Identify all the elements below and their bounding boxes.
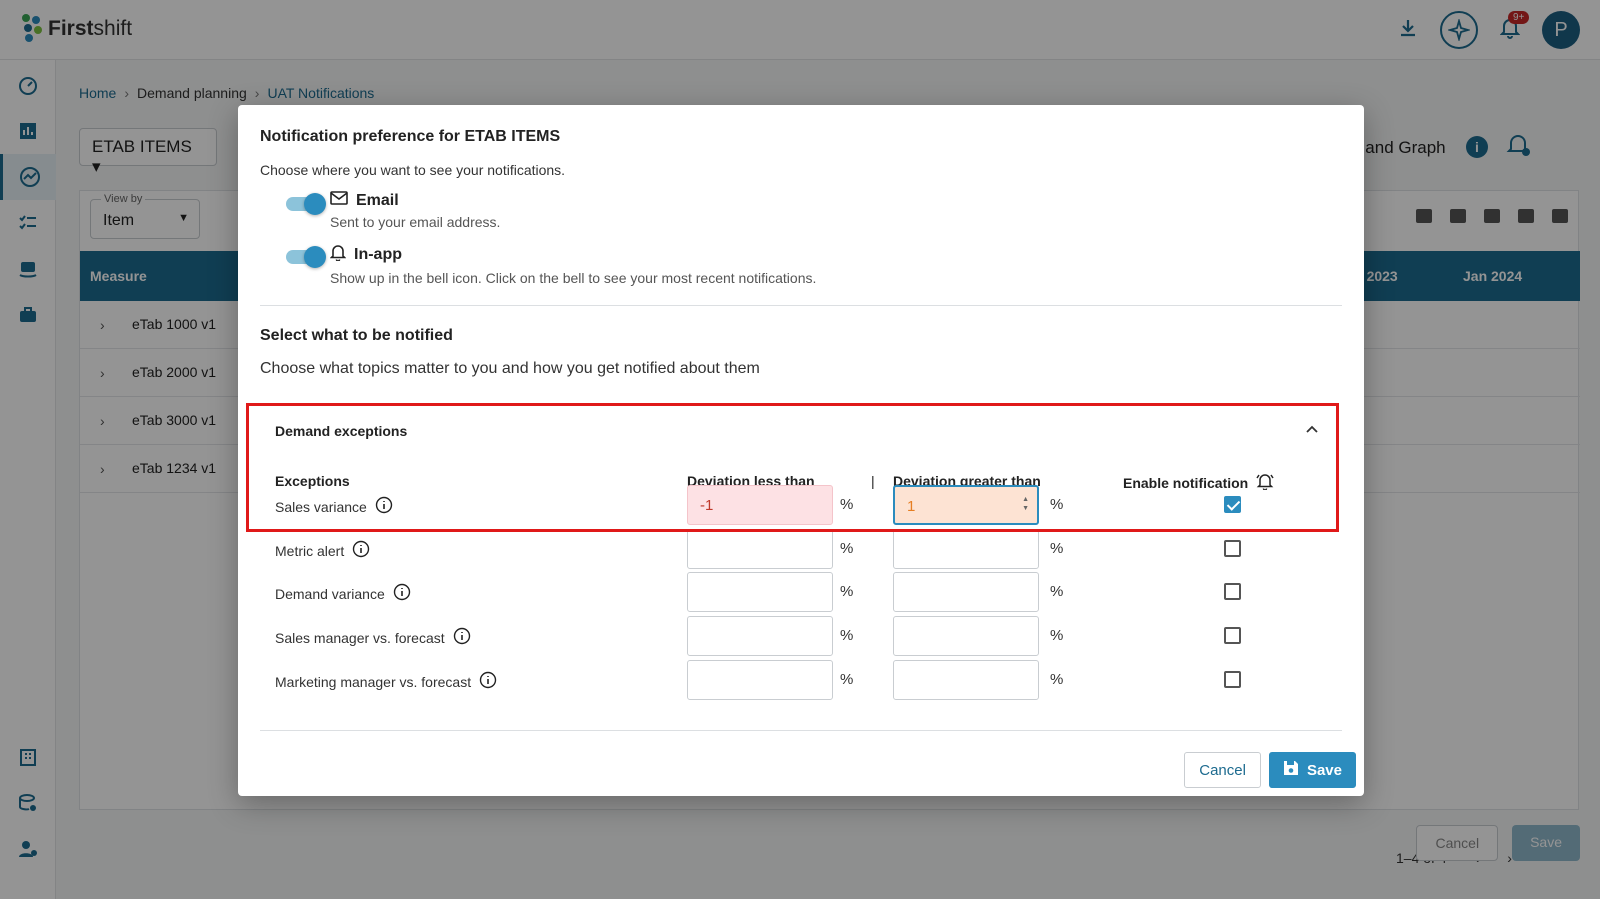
exception-name: Sales manager vs. forecast xyxy=(275,629,445,646)
percent-unit: % xyxy=(840,496,854,513)
less-than-input[interactable] xyxy=(687,572,833,612)
info-circle-icon[interactable] xyxy=(375,496,393,517)
inapp-channel-description: Show up in the bell icon. Click on the b… xyxy=(330,270,817,286)
inapp-channel-label: In-app xyxy=(354,246,402,263)
info-circle-icon[interactable] xyxy=(352,540,370,561)
percent-unit: % xyxy=(1050,540,1064,557)
less-than-input[interactable] xyxy=(687,529,833,569)
demand-exceptions-panel: Demand exceptions Exceptions Deviation l… xyxy=(260,401,1342,731)
chevron-up-icon[interactable] xyxy=(1305,421,1319,439)
email-channel-label: Email xyxy=(356,191,399,209)
greater-than-input[interactable] xyxy=(893,529,1039,569)
exceptions-group-title[interactable]: Demand exceptions xyxy=(275,423,407,439)
percent-unit: % xyxy=(1050,627,1064,644)
notification-preference-dialog: Notification preference for ETAB ITEMS C… xyxy=(238,105,1364,796)
percent-unit: % xyxy=(840,671,854,688)
percent-unit: % xyxy=(1050,583,1064,600)
greater-than-input[interactable]: 1 ▲ ▼ xyxy=(893,485,1039,525)
percent-unit: % xyxy=(840,540,854,557)
less-than-input[interactable]: -1 xyxy=(687,485,833,525)
greater-than-input[interactable] xyxy=(893,660,1039,700)
percent-unit: % xyxy=(840,627,854,644)
dialog-actions: Cancel Save xyxy=(1184,752,1356,788)
exception-row-sales-variance: Sales variance -1 % | 1▲▼ % xyxy=(260,485,1342,525)
info-circle-icon[interactable] xyxy=(479,671,497,692)
percent-unit: % xyxy=(1050,496,1064,513)
section-title: Select what to be notified xyxy=(260,327,453,344)
greater-than-input[interactable] xyxy=(893,616,1039,656)
email-channel-row: Email Sent to your email address. xyxy=(286,191,500,230)
exception-row-metric-alert: Metric alert % | % xyxy=(260,529,1342,569)
exception-row-demand-variance: Demand variance % | % xyxy=(260,572,1342,612)
inapp-channel-row: In-app Show up in the bell icon. Click o… xyxy=(286,244,816,286)
info-circle-icon[interactable] xyxy=(393,583,411,604)
percent-unit: % xyxy=(840,583,854,600)
save-button[interactable]: Save xyxy=(1268,752,1356,788)
less-than-input[interactable] xyxy=(687,616,833,656)
exception-name: Demand variance xyxy=(275,585,385,602)
email-channel-description: Sent to your email address. xyxy=(330,214,501,230)
exception-name: Sales variance xyxy=(275,498,367,515)
inapp-toggle[interactable] xyxy=(286,246,326,268)
enable-notification-checkbox[interactable] xyxy=(1224,627,1241,644)
info-circle-icon[interactable] xyxy=(453,627,471,648)
email-toggle[interactable] xyxy=(286,193,326,215)
floppy-disk-icon xyxy=(1283,760,1299,780)
dialog-title: Notification preference for ETAB ITEMS xyxy=(260,128,561,145)
less-than-input[interactable] xyxy=(687,660,833,700)
exception-name: Metric alert xyxy=(275,542,345,559)
exception-row-marketing-manager: Marketing manager vs. forecast % | % xyxy=(260,660,1342,700)
exception-name: Marketing manager vs. forecast xyxy=(275,673,472,690)
enable-notification-checkbox[interactable] xyxy=(1224,583,1241,600)
number-stepper-icon[interactable]: ▲ ▼ xyxy=(1022,495,1029,513)
section-divider xyxy=(260,305,1342,306)
enable-notification-checkbox[interactable] xyxy=(1224,496,1241,513)
section-subtitle: Choose what topics matter to you and how… xyxy=(260,360,760,377)
cancel-button[interactable]: Cancel xyxy=(1184,752,1261,788)
percent-unit: % xyxy=(1050,671,1064,688)
bell-icon xyxy=(329,244,347,266)
exception-row-sales-manager: Sales manager vs. forecast % | % xyxy=(260,616,1342,656)
dialog-subtitle: Choose where you want to see your notifi… xyxy=(260,162,566,178)
enable-notification-checkbox[interactable] xyxy=(1224,671,1241,688)
greater-than-input[interactable] xyxy=(893,572,1039,612)
mail-icon xyxy=(330,191,348,210)
enable-notification-checkbox[interactable] xyxy=(1224,540,1241,557)
